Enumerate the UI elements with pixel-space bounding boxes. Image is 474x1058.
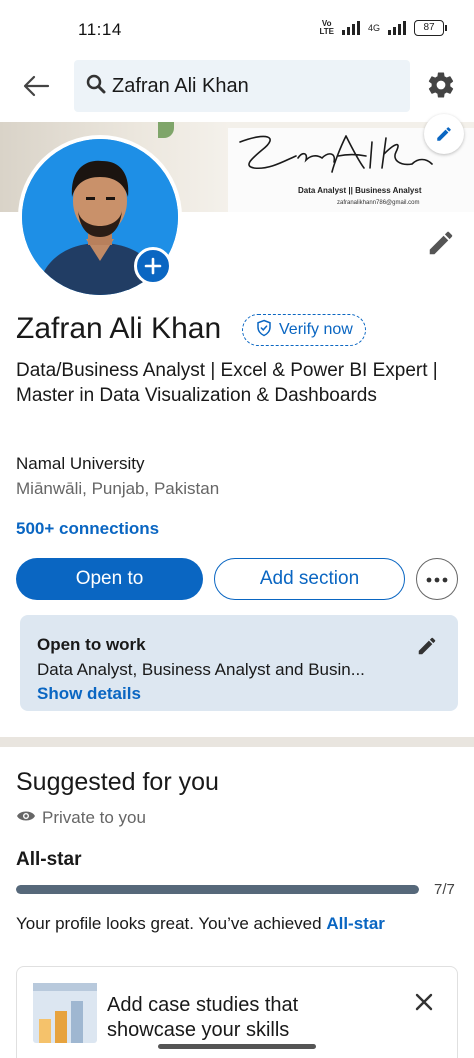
profile-strength-bar <box>16 885 419 894</box>
shield-check-icon <box>255 319 273 342</box>
battery-level: 87 <box>423 22 435 33</box>
banner-email: zafranalikhann786@gmail.com <box>337 200 420 206</box>
banner-signature <box>236 130 436 191</box>
profile-location: Miānwāli, Punjab, Pakistan <box>16 479 220 498</box>
more-options-button[interactable] <box>416 558 458 600</box>
suggested-title: Suggested for you <box>16 768 219 796</box>
open-to-work-description: Data Analyst, Business Analyst and Busin… <box>37 660 365 679</box>
verify-label: Verify now <box>279 321 353 338</box>
search-input[interactable]: Zafran Ali Khan <box>74 60 410 112</box>
volte-icon: Vo LTE <box>319 19 334 36</box>
profile-name: Zafran Ali Khan <box>16 312 222 345</box>
show-details-link[interactable]: Show details <box>37 684 141 704</box>
profile-strength-count: 7/7 <box>434 881 455 898</box>
section-divider <box>0 737 474 747</box>
search-icon <box>86 74 106 99</box>
home-indicator[interactable] <box>158 1044 316 1049</box>
verify-now-button[interactable]: Verify now <box>242 314 366 346</box>
chart-illustration-icon <box>33 983 97 1043</box>
status-bar: 11:14 Vo LTE 4G 87 <box>0 0 474 58</box>
open-to-button[interactable]: Open to <box>16 558 203 600</box>
add-photo-button[interactable] <box>134 247 172 285</box>
connections-link[interactable]: 500+ connections <box>16 519 159 539</box>
profile-strength-label: All-star <box>16 849 82 870</box>
open-to-work-title: Open to work <box>37 635 146 654</box>
profile-strength-fill <box>16 885 419 894</box>
network-type: 4G <box>367 23 380 33</box>
signal-icon-2 <box>388 21 406 35</box>
battery-icon: 87 <box>414 20 447 36</box>
profile-education: Namal University <box>16 454 145 473</box>
private-to-you: Private to you <box>16 808 146 828</box>
edit-intro-pencil-icon[interactable] <box>426 228 456 258</box>
signal-icon <box>341 21 360 35</box>
gear-icon[interactable] <box>426 70 456 100</box>
edit-banner-button[interactable] <box>424 114 464 154</box>
more-dots-icon <box>426 570 448 588</box>
all-star-message: Your profile looks great. You’ve achieve… <box>16 914 385 933</box>
status-time: 11:14 <box>78 20 122 39</box>
profile-headline: Data/Business Analyst | Excel & Power BI… <box>16 360 438 406</box>
add-section-button[interactable]: Add section <box>214 558 405 600</box>
back-arrow-icon[interactable] <box>20 70 52 102</box>
banner-role: Data Analyst || Business Analyst <box>298 186 422 195</box>
open-to-work-card[interactable]: Open to work Data Analyst, Business Anal… <box>20 615 458 711</box>
case-studies-text: Add case studies that showcase your skil… <box>107 994 299 1041</box>
eye-icon <box>16 808 36 828</box>
search-value: Zafran Ali Khan <box>112 74 249 97</box>
private-label: Private to you <box>42 808 146 827</box>
status-icons: Vo LTE 4G 87 <box>319 19 447 36</box>
edit-open-to-work-pencil-icon[interactable] <box>416 635 438 657</box>
all-star-link[interactable]: All-star <box>326 914 385 933</box>
close-icon[interactable] <box>413 991 435 1013</box>
top-bar: Zafran Ali Khan <box>0 58 474 114</box>
